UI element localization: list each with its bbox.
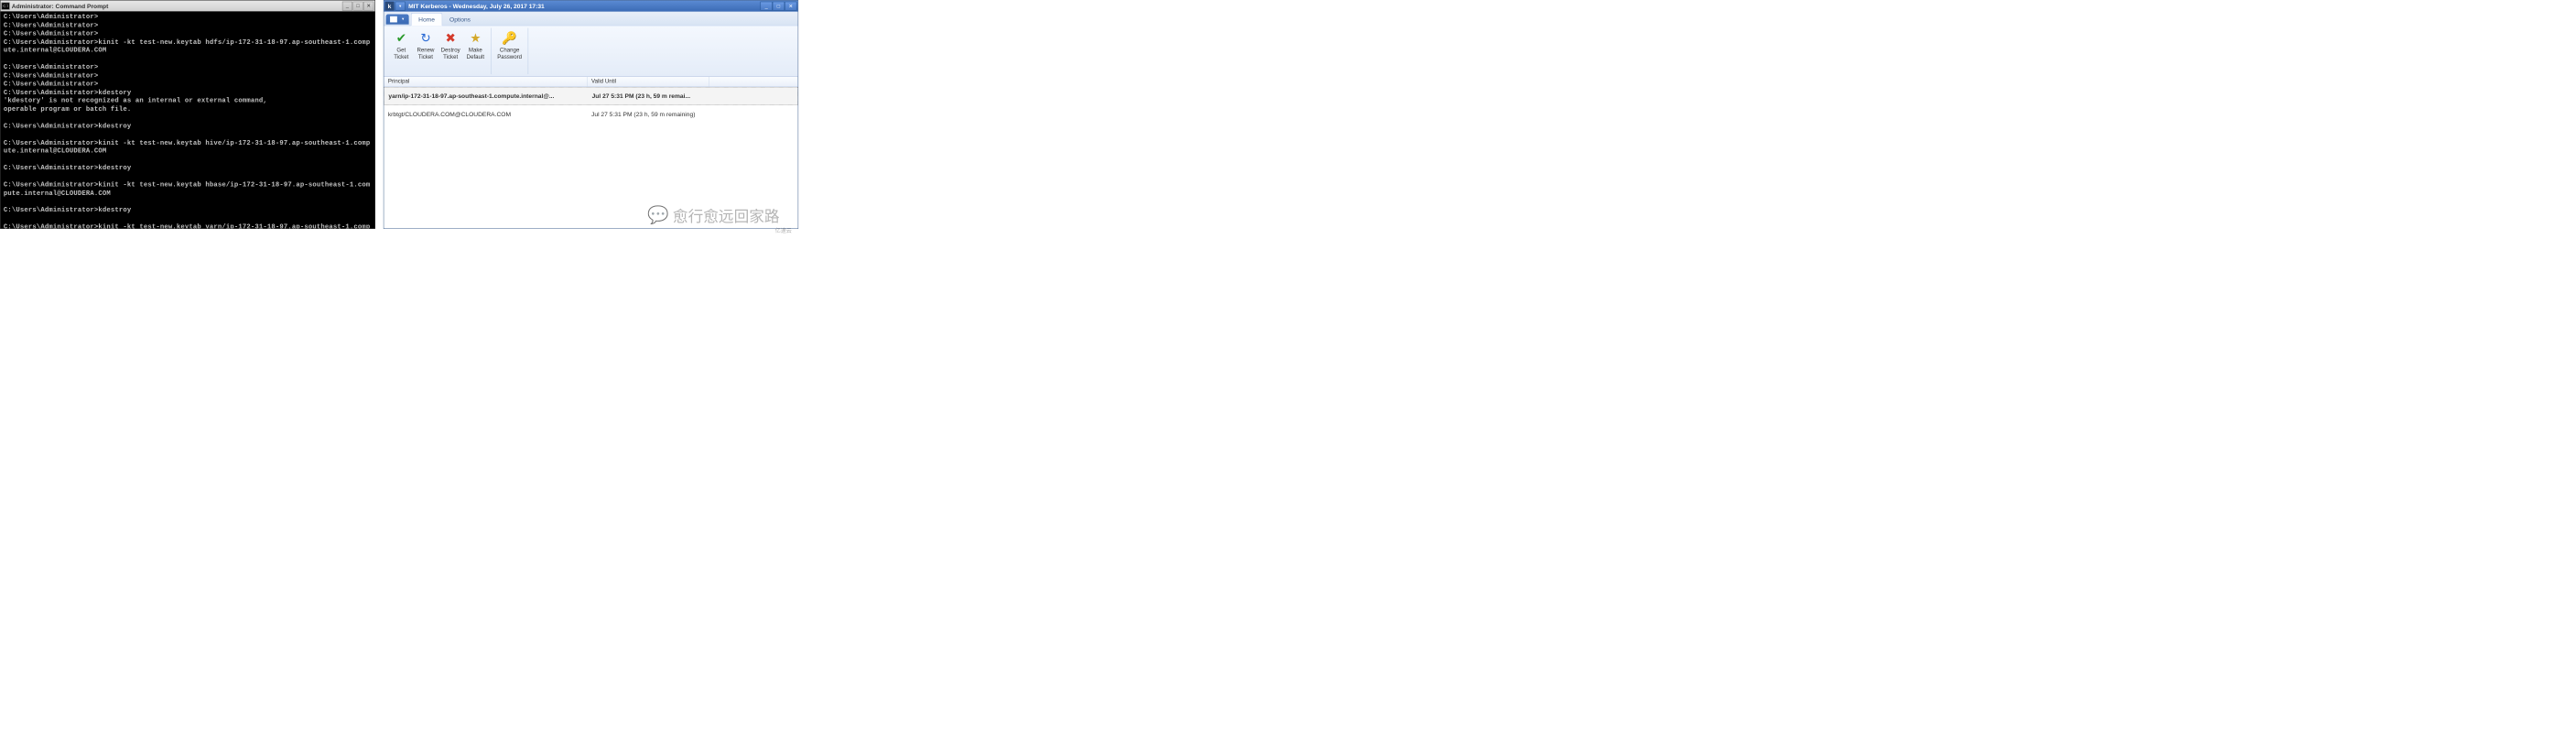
key-icon: 🔑 xyxy=(502,30,518,47)
renew-icon: ↻ xyxy=(417,30,434,47)
maximize-button[interactable]: □ xyxy=(773,2,785,11)
app-menu-button[interactable]: ▼ xyxy=(386,15,409,25)
col-spacer xyxy=(709,77,798,87)
minimize-button[interactable]: _ xyxy=(342,1,352,10)
table-row[interactable]: yarn/ip-172-31-18-97.ap-southeast-1.comp… xyxy=(384,87,797,105)
valid-cell: Jul 27 5:31 PM (23 h, 59 m remai... xyxy=(588,92,709,100)
kerberos-app-icon: k xyxy=(385,2,395,11)
maximize-button[interactable]: □ xyxy=(353,1,363,10)
small-watermark: 亿速云 xyxy=(775,226,792,234)
star-icon: ★ xyxy=(467,30,483,47)
krb-titlebar[interactable]: k ▼ MIT Kerberos - Wednesday, July 26, 2… xyxy=(384,1,797,12)
change-password-button[interactable]: 🔑 Change Password xyxy=(494,28,525,75)
app-menu-icon xyxy=(390,16,397,23)
destroy-ticket-button[interactable]: ✖ Destroy Ticket xyxy=(438,28,463,75)
minimize-button[interactable]: _ xyxy=(760,2,772,11)
close-button[interactable]: ✕ xyxy=(363,1,373,10)
ticket-list[interactable]: yarn/ip-172-31-18-97.ap-southeast-1.comp… xyxy=(384,87,797,228)
table-row[interactable]: krbtgt/CLOUDERA.COM@CLOUDERA.COM Jul 27 … xyxy=(384,105,797,124)
col-principal[interactable]: Principal xyxy=(384,77,587,87)
chevron-down-icon: ▼ xyxy=(401,17,405,21)
renew-ticket-button[interactable]: ↻ Renew Ticket xyxy=(414,28,438,75)
command-prompt-window: C:\ Administrator: Command Prompt _ □ ✕ … xyxy=(0,0,375,229)
principal-cell: yarn/ip-172-31-18-97.ap-southeast-1.comp… xyxy=(384,92,588,100)
principal-cell: krbtgt/CLOUDERA.COM@CLOUDERA.COM xyxy=(384,111,587,118)
ribbon-tabs: ▼ Home Options xyxy=(384,12,797,27)
krb-title: MIT Kerberos - Wednesday, July 26, 2017 … xyxy=(408,3,760,10)
cmd-icon: C:\ xyxy=(2,2,10,9)
kerberos-window: k ▼ MIT Kerberos - Wednesday, July 26, 2… xyxy=(384,0,798,229)
krb-menu-dropdown-icon[interactable]: ▼ xyxy=(395,2,406,11)
tab-options[interactable]: Options xyxy=(442,13,478,25)
get-ticket-button[interactable]: ✔ Get Ticket xyxy=(389,28,414,75)
valid-cell: Jul 27 5:31 PM (23 h, 59 m remaining) xyxy=(588,111,709,118)
cmd-titlebar[interactable]: C:\ Administrator: Command Prompt _ □ ✕ xyxy=(1,1,375,12)
cmd-title: Administrator: Command Prompt xyxy=(12,2,342,9)
close-button[interactable]: ✕ xyxy=(785,2,796,11)
cmd-output[interactable]: C:\Users\Administrator> C:\Users\Adminis… xyxy=(1,12,375,229)
get-ticket-icon: ✔ xyxy=(393,30,409,47)
list-header: Principal Valid Until xyxy=(384,77,797,87)
destroy-icon: ✖ xyxy=(442,30,459,47)
ribbon-toolbar: ✔ Get Ticket ↻ Renew Ticket ✖ Destroy Ti… xyxy=(384,26,797,77)
tab-home[interactable]: Home xyxy=(411,13,442,26)
col-valid-until[interactable]: Valid Until xyxy=(588,77,709,87)
make-default-button[interactable]: ★ Make Default xyxy=(463,28,488,75)
